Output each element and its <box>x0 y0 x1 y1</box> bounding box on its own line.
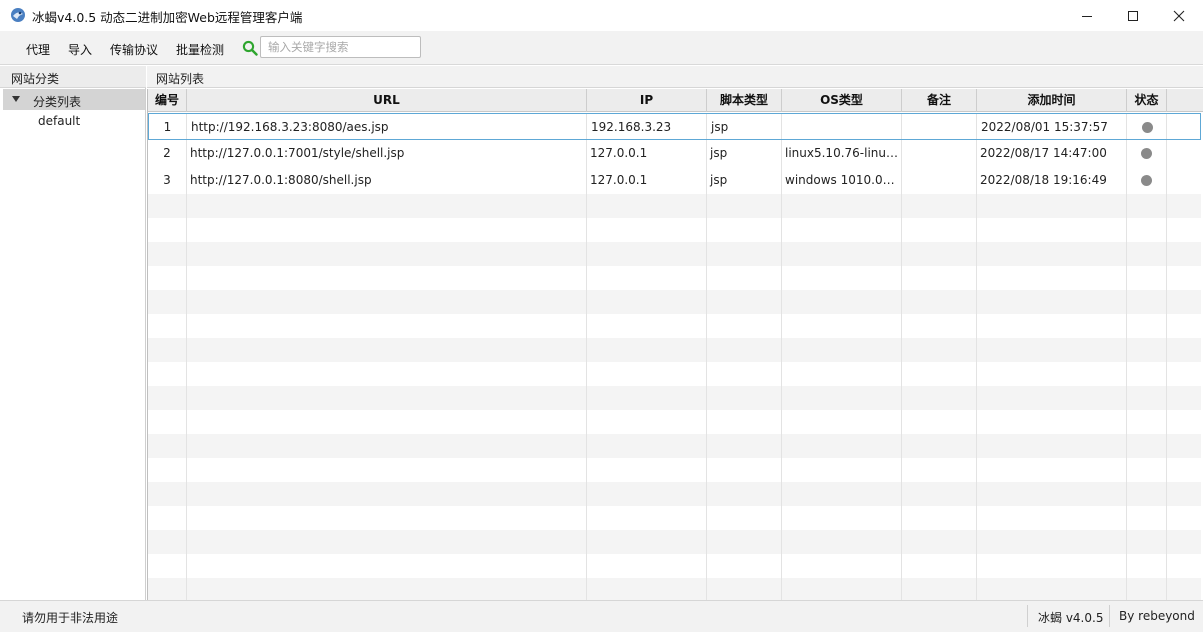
site-list-header: 网站列表 <box>147 66 1203 88</box>
menu-proxy[interactable]: 代理 <box>26 41 50 58</box>
status-divider <box>1027 605 1028 627</box>
tree-root-label: 分类列表 <box>33 95 82 109</box>
site-list-title: 网站列表 <box>156 72 205 86</box>
cell-id: 1 <box>163 120 172 134</box>
maximize-icon <box>1128 10 1138 21</box>
cell-ip: 127.0.0.1 <box>590 173 648 187</box>
tree-item-default[interactable]: default <box>38 114 80 128</box>
cell-ip: 192.168.3.23 <box>591 120 672 134</box>
title-bar: 冰蝎v4.0.5 动态二进制加密Web远程管理客户端 <box>0 0 1203 31</box>
cell-note <box>901 167 976 193</box>
cell-script-type: jsp <box>711 120 729 134</box>
status-version: 冰蝎 v4.0.5 <box>1038 611 1104 625</box>
status-warning-text: 请勿用于非法用途 <box>22 611 119 625</box>
status-divider <box>1109 605 1110 627</box>
table-header: 编号 URL IP 脚本类型 OS类型 备注 添加时间 状态 <box>148 89 1203 112</box>
cell-status <box>1126 140 1166 166</box>
cell-os-type: windows 1010.0a... <box>785 173 899 187</box>
status-bar: 请勿用于非法用途 冰蝎 v4.0.5 By rebeyond <box>0 600 1203 632</box>
minimize-button[interactable] <box>1064 0 1110 31</box>
status-author: By rebeyond <box>1119 609 1195 623</box>
cell-id: 2 <box>163 146 171 160</box>
cell-add-time: 2022/08/18 19:16:49 <box>980 173 1107 187</box>
close-icon <box>1173 10 1185 21</box>
tree-item-category-list[interactable]: 分类列表 <box>3 89 145 110</box>
status-dot-icon <box>1140 175 1152 186</box>
table-row[interactable]: 1 http://192.168.3.23:8080/aes.jsp 192.1… <box>148 113 1201 140</box>
column-header-add-time[interactable]: 添加时间 <box>977 89 1127 112</box>
cell-os-type: linux5.10.76-linux... <box>785 146 899 160</box>
site-table: 编号 URL IP 脚本类型 OS类型 备注 添加时间 状态 1 http://… <box>147 89 1203 602</box>
site-list-panel: 网站列表 编号 URL IP 脚本类型 OS类型 备注 添加时间 状态 1 ht… <box>147 66 1203 602</box>
search-icon[interactable] <box>242 40 258 56</box>
cell-url: http://192.168.3.23:8080/aes.jsp <box>191 120 389 134</box>
table-row[interactable]: 3 http://127.0.0.1:8080/shell.jsp 127.0.… <box>148 167 1201 194</box>
status-dot-icon <box>1140 148 1152 159</box>
category-panel: 网站分类 分类列表 default <box>0 66 146 600</box>
cell-status <box>1127 114 1167 140</box>
menu-import[interactable]: 导入 <box>68 41 92 58</box>
window-title: 冰蝎v4.0.5 动态二进制加密Web远程管理客户端 <box>32 10 303 25</box>
column-header-script-type[interactable]: 脚本类型 <box>707 89 782 112</box>
status-dot-icon <box>1141 122 1153 133</box>
close-button[interactable] <box>1156 0 1202 31</box>
cell-url: http://127.0.0.1:8080/shell.jsp <box>190 173 372 187</box>
scorpion-logo-icon <box>11 8 25 22</box>
minimize-icon <box>1082 15 1092 17</box>
cell-url: http://127.0.0.1:7001/style/shell.jsp <box>190 146 405 160</box>
expand-triangle-icon[interactable] <box>12 96 20 102</box>
maximize-button[interactable] <box>1110 0 1156 31</box>
search-input[interactable] <box>260 36 421 58</box>
column-header-ip[interactable]: IP <box>587 89 707 112</box>
column-header-url[interactable]: URL <box>187 89 587 112</box>
category-panel-header: 网站分类 <box>0 66 146 88</box>
cell-add-time: 2022/08/17 14:47:00 <box>980 146 1107 160</box>
menu-batch-check[interactable]: 批量检测 <box>176 41 224 58</box>
cell-status <box>1126 167 1166 193</box>
table-row[interactable]: 2 http://127.0.0.1:7001/style/shell.jsp … <box>148 140 1201 167</box>
cell-script-type: jsp <box>710 173 728 187</box>
cell-note <box>902 114 977 140</box>
column-header-note[interactable]: 备注 <box>902 89 977 112</box>
category-panel-title: 网站分类 <box>11 72 60 86</box>
column-header-os-type[interactable]: OS类型 <box>782 89 902 112</box>
table-empty-area <box>148 194 1201 602</box>
menu-bar: 代理 导入 传输协议 批量检测 <box>0 31 1203 65</box>
menu-transport-protocol[interactable]: 传输协议 <box>110 41 158 58</box>
cell-note <box>901 140 976 166</box>
column-header-status[interactable]: 状态 <box>1127 89 1167 112</box>
column-header-id[interactable]: 编号 <box>148 89 187 112</box>
cell-ip: 127.0.0.1 <box>590 146 648 160</box>
cell-script-type: jsp <box>710 146 728 160</box>
cell-add-time: 2022/08/01 15:37:57 <box>981 120 1108 134</box>
cell-id: 3 <box>163 173 171 187</box>
cell-os-type <box>782 114 902 140</box>
